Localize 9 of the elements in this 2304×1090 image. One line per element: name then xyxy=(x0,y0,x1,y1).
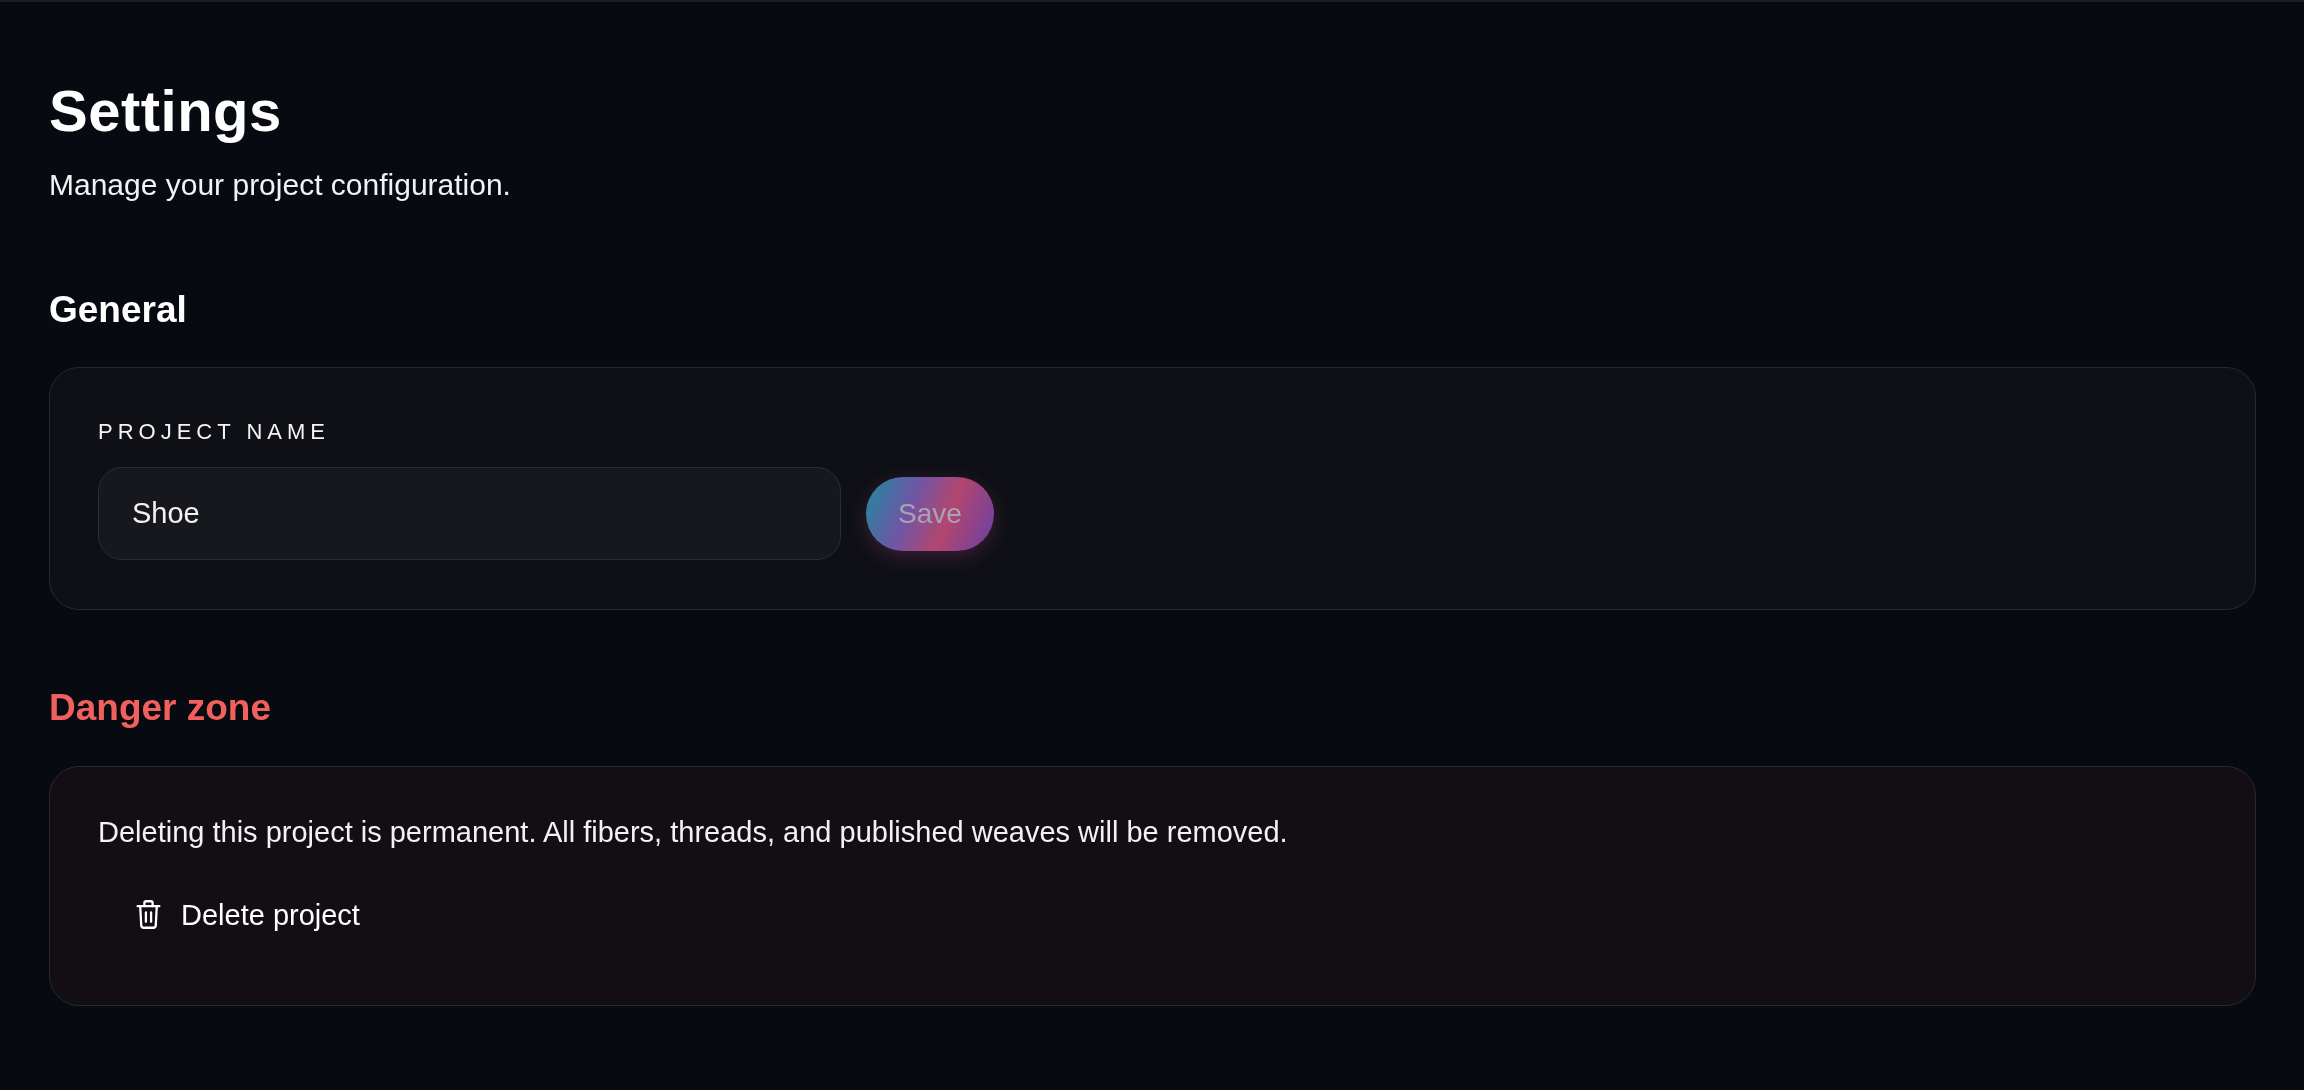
page-title: Settings xyxy=(49,77,283,145)
page-subtitle: Manage your project configuration. xyxy=(49,166,512,203)
section-heading: General xyxy=(49,287,188,332)
section-heading: Danger zone xyxy=(49,686,273,731)
field-label: PROJECT NAME xyxy=(98,419,331,446)
delete-project-button[interactable]: Delete project xyxy=(98,877,398,953)
trash-icon xyxy=(136,900,161,930)
danger-description: Deleting this project is permanent. All fibers, threads, and published weaves will be removed. xyxy=(98,814,1289,850)
project-name-field[interactable]: Shoe xyxy=(98,467,841,561)
